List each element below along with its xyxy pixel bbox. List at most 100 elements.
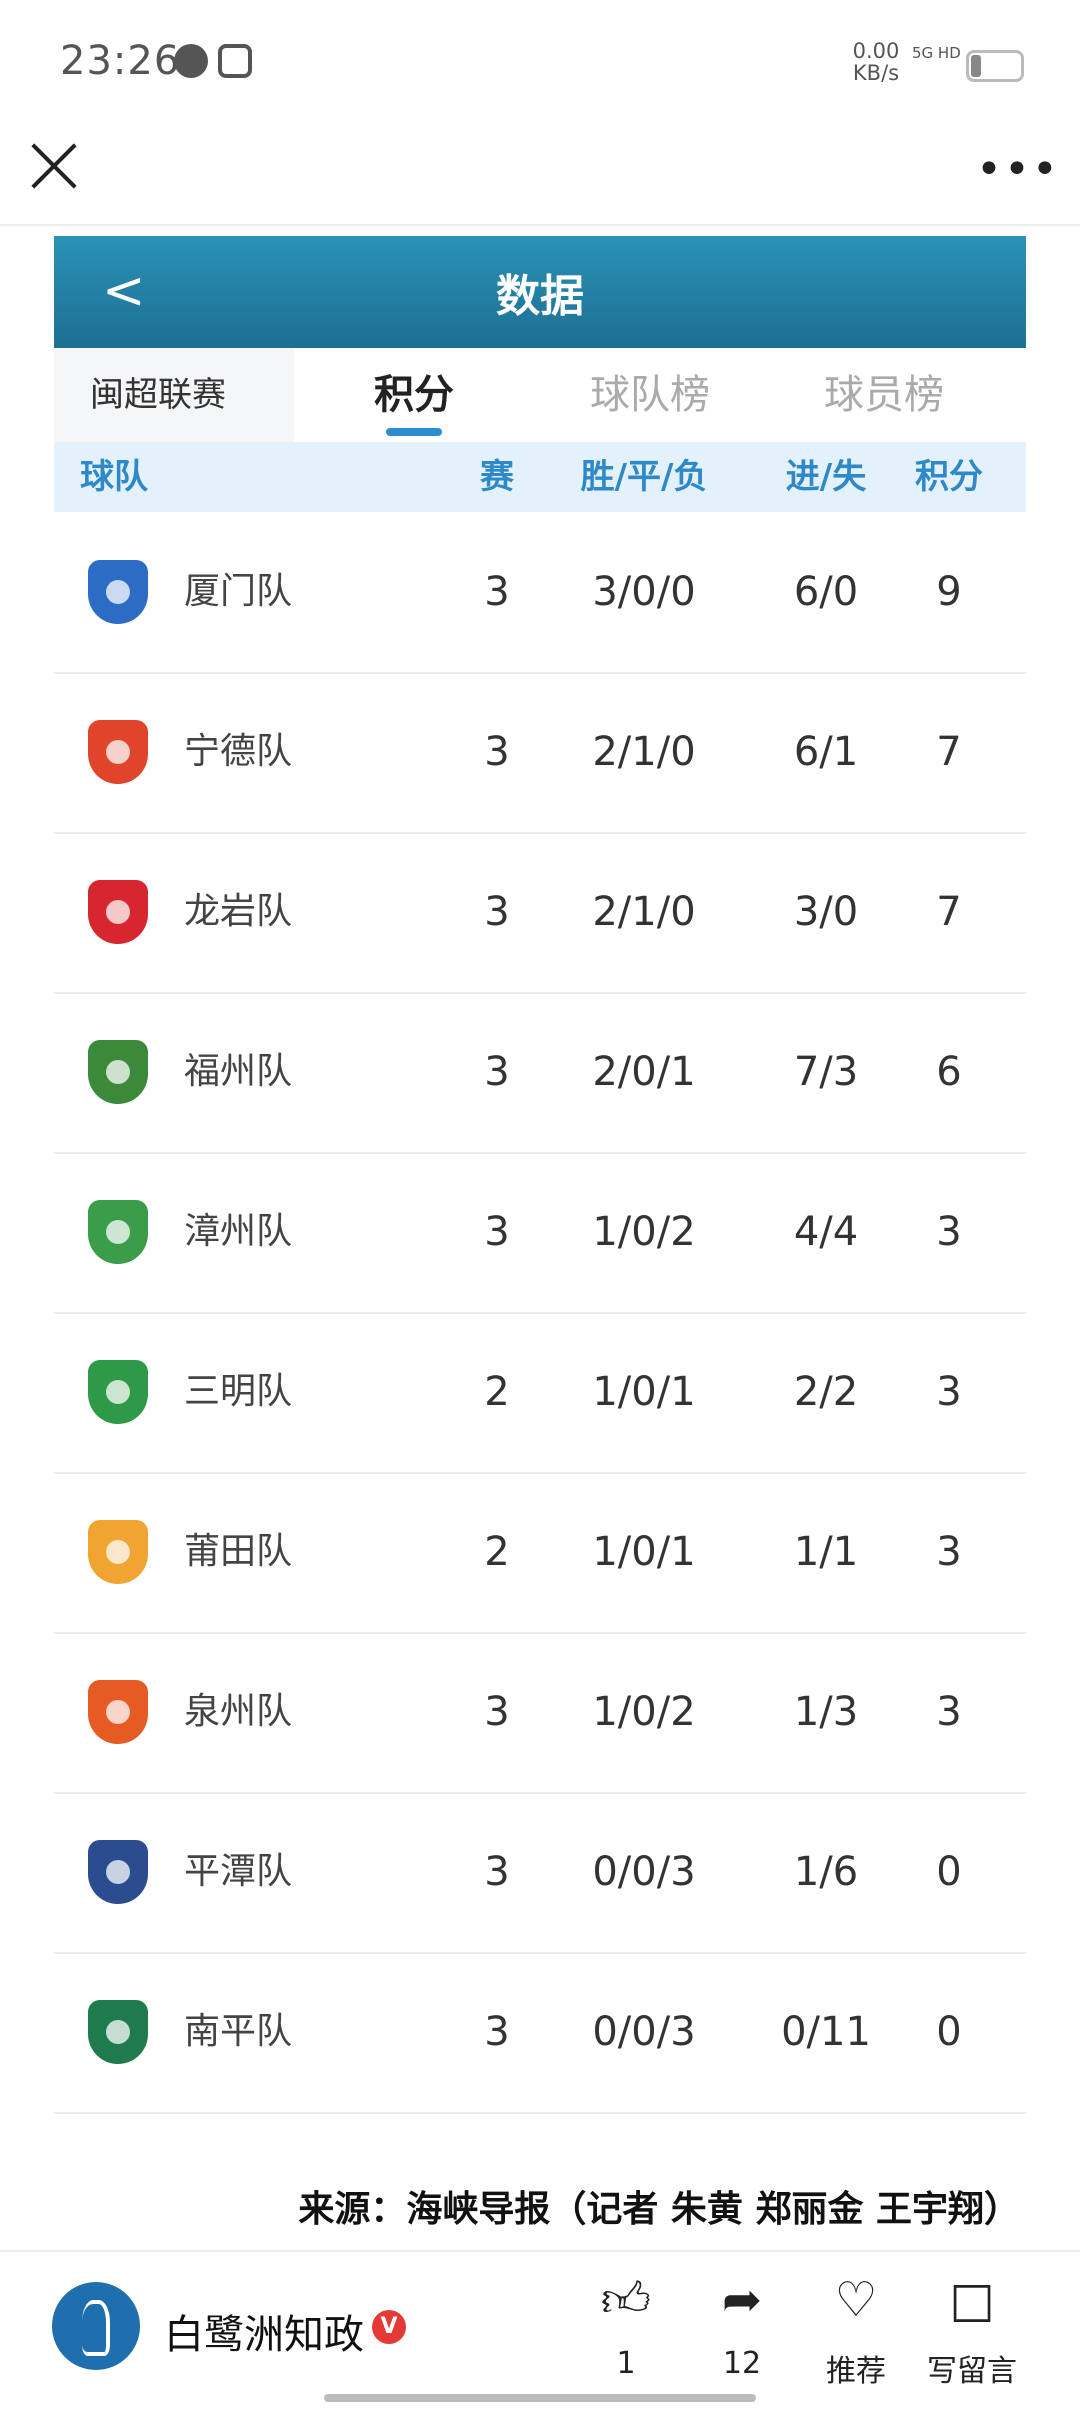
table-row[interactable]: 平潭队 3 0/0/3 1/6 0 xyxy=(54,1792,1026,1954)
team-logo-icon xyxy=(88,1200,148,1264)
comment-icon: □ xyxy=(949,2272,995,2328)
team-name: 南平队 xyxy=(184,2011,293,2052)
goals-cell: 1/3 xyxy=(793,1689,859,1735)
team-logo-icon xyxy=(88,1680,148,1744)
share-count: 12 xyxy=(722,2346,762,2381)
col-points: 积分 xyxy=(915,457,983,497)
team-name: 三明队 xyxy=(184,1371,293,1412)
team-name: 龙岩队 xyxy=(184,891,293,932)
played-cell: 3 xyxy=(484,889,510,935)
table-row[interactable]: 厦门队 3 3/0/0 6/0 9 xyxy=(54,512,1026,674)
table-row[interactable]: 漳州队 3 1/0/2 4/4 3 xyxy=(54,1152,1026,1314)
points-cell: 0 xyxy=(936,2009,962,2055)
team-name: 漳州队 xyxy=(184,1211,293,1252)
active-tab-indicator xyxy=(386,428,442,436)
team-logo-icon xyxy=(88,1360,148,1424)
tab-player-rank: 球员榜 xyxy=(824,372,944,418)
team-name: 宁德队 xyxy=(184,731,293,772)
played-cell: 3 xyxy=(484,729,510,775)
status-time: 23:26 xyxy=(60,38,181,84)
team-name: 平潭队 xyxy=(184,1851,293,1892)
goals-cell: 3/0 xyxy=(793,889,859,935)
wdl-cell: 2/0/1 xyxy=(592,1049,696,1095)
table-row[interactable]: 莆田队 2 1/0/1 1/1 3 xyxy=(54,1472,1026,1634)
team-logo-icon xyxy=(88,2000,148,2064)
points-cell: 7 xyxy=(936,889,962,935)
signal-icon: 5G HD xyxy=(912,44,961,62)
message-icon xyxy=(174,44,208,78)
team-logo-icon xyxy=(88,1840,148,1904)
played-cell: 3 xyxy=(484,569,510,615)
standings-tabs: 闽超联赛 积分 球队榜 球员榜 xyxy=(54,348,1026,442)
top-bar xyxy=(0,128,1080,226)
tab-league: 闽超联赛 xyxy=(54,348,294,442)
table-row[interactable]: 福州队 3 2/0/1 7/3 6 xyxy=(54,992,1026,1154)
table-row[interactable]: 泉州队 3 1/0/2 1/3 3 xyxy=(54,1632,1026,1794)
standings-title: 数据 xyxy=(496,271,584,322)
played-cell: 3 xyxy=(484,1849,510,1895)
bottom-bar xyxy=(0,2250,1080,2410)
wdl-cell: 1/0/2 xyxy=(592,1209,696,1255)
wdl-cell: 0/0/3 xyxy=(592,2009,696,2055)
goals-cell: 1/1 xyxy=(793,1529,859,1575)
wdl-cell: 1/0/1 xyxy=(592,1529,696,1575)
share-icon: ➦ xyxy=(721,2272,763,2328)
wdl-cell: 3/0/0 xyxy=(592,569,696,615)
table-header: 球队 赛 胜/平/负 进/失 积分 xyxy=(54,442,1026,512)
team-name: 泉州队 xyxy=(184,1691,293,1732)
points-cell: 6 xyxy=(936,1049,962,1095)
goals-cell: 6/0 xyxy=(793,569,859,615)
table-row[interactable]: 龙岩队 3 2/1/0 3/0 7 xyxy=(54,832,1026,994)
like-count: 1 xyxy=(616,2346,636,2381)
tab-team-rank: 球队榜 xyxy=(590,372,710,418)
recommend-label: 推荐 xyxy=(826,2354,886,2389)
points-cell: 0 xyxy=(936,1849,962,1895)
table-row[interactable]: 南平队 3 0/0/3 0/11 0 xyxy=(54,1952,1026,2114)
col-goals: 进/失 xyxy=(785,457,867,497)
col-played: 赛 xyxy=(480,457,514,497)
comment-label: 写留言 xyxy=(927,2354,1017,2389)
goals-cell: 1/6 xyxy=(793,1849,859,1895)
team-name: 福州队 xyxy=(184,1051,293,1092)
points-cell: 3 xyxy=(936,1209,962,1255)
net-speed-value: 0.00 xyxy=(852,39,900,63)
played-cell: 2 xyxy=(484,1369,510,1415)
wdl-cell: 1/0/2 xyxy=(592,1689,696,1735)
col-wdl: 胜/平/负 xyxy=(580,457,708,497)
like-button[interactable]: 👍︎ 1 xyxy=(576,2272,676,2381)
share-button[interactable]: ➦ 12 xyxy=(692,2272,792,2381)
verified-badge: V xyxy=(372,2310,406,2344)
team-logo-icon xyxy=(88,560,148,624)
wdl-cell: 2/1/0 xyxy=(592,889,696,935)
table-row[interactable]: 三明队 2 1/0/1 2/2 3 xyxy=(54,1312,1026,1474)
col-team: 球队 xyxy=(80,457,148,497)
comment-button[interactable]: □ 写留言 xyxy=(922,2272,1022,2390)
close-icon[interactable] xyxy=(28,140,80,192)
played-cell: 3 xyxy=(484,2009,510,2055)
table-row[interactable]: 宁德队 3 2/1/0 6/1 7 xyxy=(54,672,1026,834)
team-logo-icon xyxy=(88,1040,148,1104)
goals-cell: 6/1 xyxy=(793,729,859,775)
team-logo-icon xyxy=(88,880,148,944)
author-name[interactable]: 白鹭洲知政 xyxy=(164,2302,364,2360)
home-indicator[interactable] xyxy=(324,2394,756,2402)
played-cell: 2 xyxy=(484,1529,510,1575)
more-icon[interactable]: ••• xyxy=(976,144,1060,195)
author-avatar[interactable] xyxy=(52,2282,140,2370)
team-name: 莆田队 xyxy=(184,1531,293,1572)
points-cell: 3 xyxy=(936,1369,962,1415)
heart-icon: ♡ xyxy=(834,2272,878,2328)
points-cell: 9 xyxy=(936,569,962,615)
camera-icon xyxy=(218,44,252,78)
goals-cell: 7/3 xyxy=(793,1049,859,1095)
team-logo-icon xyxy=(88,720,148,784)
played-cell: 3 xyxy=(484,1049,510,1095)
played-cell: 3 xyxy=(484,1689,510,1735)
status-bar: 23:26 0.00 KB/s 5G HD xyxy=(0,0,1080,128)
net-speed: 0.00 KB/s xyxy=(846,40,906,84)
standings-image: < 数据 闽超联赛 积分 球队榜 球员榜 球队 赛 胜/平/负 进/失 积分 厦… xyxy=(54,236,1026,2114)
goals-cell: 2/2 xyxy=(793,1369,859,1415)
goals-cell: 0/11 xyxy=(781,2009,871,2055)
points-cell: 7 xyxy=(936,729,962,775)
recommend-button[interactable]: ♡ 推荐 xyxy=(806,2272,906,2390)
